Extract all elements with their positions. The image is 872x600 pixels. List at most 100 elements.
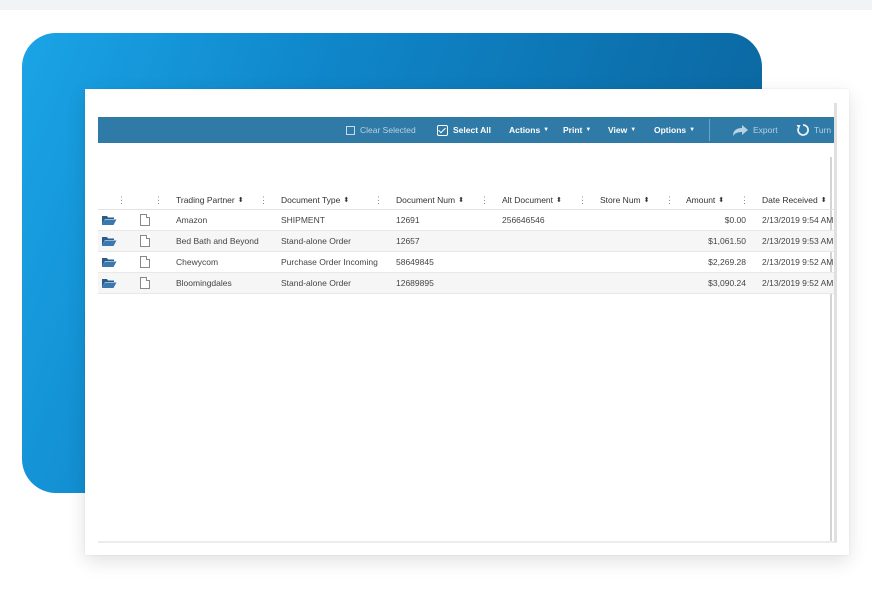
- folder-open-icon: [102, 258, 117, 267]
- cell-trading-partner: Chewycom: [176, 257, 219, 267]
- sort-icon: ⬍: [458, 197, 464, 204]
- screenshot-card: Clear Selected Select All Actions ▼ Print…: [85, 89, 849, 555]
- cell-amount: $3,090.24: [708, 278, 746, 288]
- sort-icon: ⬍: [643, 197, 650, 204]
- turn-arrow-icon: [796, 124, 809, 136]
- header-label: Document Type: [281, 195, 341, 205]
- clear-selected-button[interactable]: Clear Selected: [346, 117, 416, 143]
- column-menu-icon[interactable]: ⋮: [480, 191, 489, 209]
- document-icon: [140, 214, 150, 226]
- checked-checkbox-icon: [437, 124, 448, 136]
- cell-date-received: 2/13/2019 9:54 AM: [762, 215, 834, 225]
- caret-down-icon: ▼: [689, 127, 696, 133]
- header-date-received[interactable]: Date Received ⬍: [762, 191, 827, 209]
- cell-date-received: 2/13/2019 9:52 AM: [762, 278, 834, 288]
- table-row[interactable]: Bloomingdales Stand-alone Order 12689895…: [98, 273, 834, 294]
- clear-selected-label: Clear Selected: [360, 125, 416, 135]
- open-row-button[interactable]: [101, 252, 117, 272]
- caret-down-icon: ▼: [585, 127, 592, 133]
- table-row[interactable]: Chewycom Purchase Order Incoming 5864984…: [98, 252, 834, 273]
- header-document-type[interactable]: Document Type ⬍: [281, 191, 349, 209]
- document-icon-cell[interactable]: [140, 252, 150, 272]
- print-label: Print: [563, 125, 583, 135]
- column-menu-icon[interactable]: ⋮: [154, 191, 163, 209]
- sort-icon: ⬍: [556, 197, 562, 204]
- cell-trading-partner: Bloomingdales: [176, 278, 232, 288]
- header-label: Document Num: [396, 195, 456, 205]
- folder-open-icon: [102, 237, 117, 246]
- cell-document-type: Stand-alone Order: [281, 278, 351, 288]
- document-icon: [140, 277, 150, 289]
- folder-open-icon: [102, 279, 117, 288]
- column-menu-icon[interactable]: ⋮: [578, 191, 587, 209]
- export-label: Export: [753, 125, 778, 135]
- cell-trading-partner: Amazon: [176, 215, 208, 225]
- cell-document-num: 12689895: [396, 278, 434, 288]
- turn-button[interactable]: Turn: [796, 117, 831, 143]
- header-amount[interactable]: Amount ⬍: [686, 191, 724, 209]
- document-icon: [140, 235, 150, 247]
- cell-document-type: Purchase Order Incoming: [281, 257, 378, 267]
- open-row-button[interactable]: [101, 273, 117, 293]
- column-menu-icon[interactable]: ⋮: [665, 191, 674, 209]
- header-label: Date Received: [762, 195, 818, 205]
- cell-document-num: 12657: [396, 236, 420, 246]
- table-row[interactable]: Bed Bath and Beyond Stand-alone Order 12…: [98, 231, 834, 252]
- document-icon-cell[interactable]: [140, 231, 150, 251]
- cell-date-received: 2/13/2019 9:53 AM: [762, 236, 834, 246]
- header-trading-partner[interactable]: Trading Partner ⬍: [176, 191, 244, 209]
- sort-icon: ⬍: [820, 197, 827, 204]
- top-strip: [0, 0, 872, 10]
- column-menu-icon[interactable]: ⋮: [740, 191, 749, 209]
- options-label: Options: [654, 125, 687, 135]
- header-document-num[interactable]: Document Num ⬍: [396, 191, 464, 209]
- cell-document-type: SHIPMENT: [281, 215, 325, 225]
- view-menu[interactable]: View ▼: [608, 117, 636, 143]
- export-arrow-icon: [733, 125, 748, 136]
- cell-amount: $1,061.50: [708, 236, 746, 246]
- column-menu-icon[interactable]: ⋮: [374, 191, 383, 209]
- turn-label: Turn: [814, 125, 832, 135]
- cell-document-num: 58649845: [396, 257, 434, 267]
- cell-amount: $2,269.28: [708, 257, 746, 267]
- select-all-label: Select All: [453, 125, 491, 135]
- toolbar-divider: [709, 119, 710, 141]
- header-alt-document[interactable]: Alt Document ⬍: [502, 191, 562, 209]
- column-menu-icon[interactable]: ⋮: [259, 191, 268, 209]
- documents-table: ⋮ ⋮ Trading Partner ⬍ ⋮ Document Type ⬍ ⋮ …: [98, 191, 834, 294]
- view-label: View: [608, 125, 628, 135]
- column-menu-icon[interactable]: ⋮: [117, 191, 126, 209]
- select-all-button[interactable]: Select All: [437, 117, 491, 143]
- sort-icon: ⬍: [718, 197, 725, 204]
- header-label: Amount: [686, 195, 716, 205]
- caret-down-icon: ▼: [630, 127, 637, 133]
- folder-open-icon: [102, 216, 117, 225]
- table-row[interactable]: Amazon SHIPMENT 12691 256646546 $0.00 2/…: [98, 210, 834, 231]
- header-label: Trading Partner: [176, 195, 235, 205]
- actions-label: Actions: [509, 125, 541, 135]
- cell-document-type: Stand-alone Order: [281, 236, 351, 246]
- cell-amount: $0.00: [724, 215, 746, 225]
- checkbox-icon: [346, 125, 355, 135]
- sort-icon: ⬍: [237, 197, 244, 204]
- open-row-button[interactable]: [101, 210, 117, 230]
- cell-alt-document: 256646546: [502, 215, 545, 225]
- open-row-button[interactable]: [101, 231, 117, 251]
- export-button[interactable]: Export: [731, 117, 778, 143]
- header-label: Alt Document: [502, 195, 554, 205]
- document-list-app: Clear Selected Select All Actions ▼ Print…: [98, 103, 837, 543]
- print-menu[interactable]: Print ▼: [563, 117, 591, 143]
- header-label: Store Num: [600, 195, 641, 205]
- options-menu[interactable]: Options ▼: [654, 117, 695, 143]
- document-icon-cell[interactable]: [140, 210, 150, 230]
- table-header: ⋮ ⋮ Trading Partner ⬍ ⋮ Document Type ⬍ ⋮ …: [98, 191, 834, 210]
- header-store-num[interactable]: Store Num ⬍: [600, 191, 650, 209]
- cell-document-num: 12691: [396, 215, 420, 225]
- actions-menu[interactable]: Actions ▼: [509, 117, 549, 143]
- caret-down-icon: ▼: [543, 127, 550, 133]
- cell-date-received: 2/13/2019 9:52 AM: [762, 257, 834, 267]
- document-icon-cell[interactable]: [140, 273, 150, 293]
- cell-trading-partner: Bed Bath and Beyond: [176, 236, 259, 246]
- toolbar: Clear Selected Select All Actions ▼ Print…: [98, 117, 834, 143]
- document-icon: [140, 256, 150, 268]
